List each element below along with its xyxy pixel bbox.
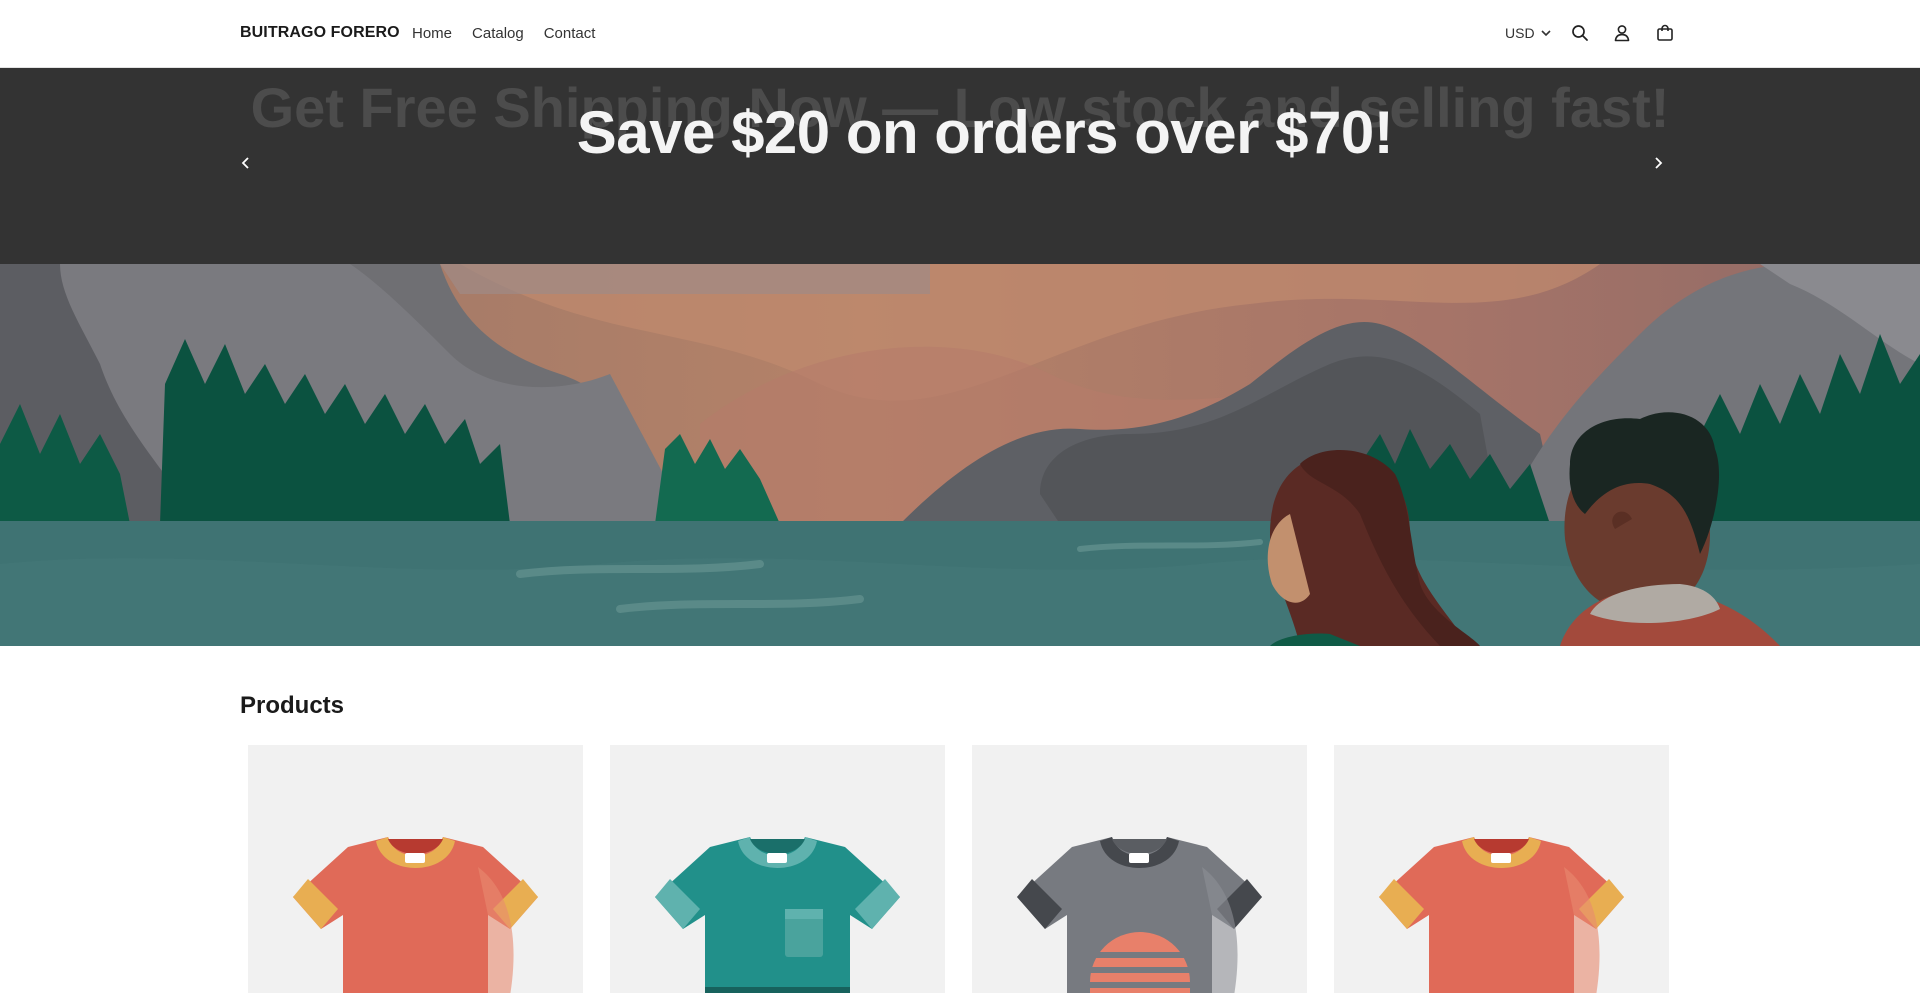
slider-next-button[interactable]	[1648, 153, 1668, 173]
tshirt-image	[655, 837, 900, 993]
cart-icon[interactable]	[1654, 22, 1676, 44]
search-icon[interactable]	[1569, 22, 1591, 44]
hero-banner	[0, 264, 1920, 646]
account-icon[interactable]	[1611, 22, 1633, 44]
site-header: BUITRAGO FORERO Home Catalog Contact USD	[0, 0, 1920, 68]
tshirt-image	[293, 837, 538, 993]
chevron-down-icon	[1540, 30, 1551, 37]
store-logo[interactable]: BUITRAGO FORERO	[240, 24, 400, 42]
currency-selector[interactable]: USD	[1505, 25, 1552, 41]
chevron-left-icon	[241, 157, 249, 169]
product-card-3[interactable]	[972, 745, 1307, 993]
products-heading: Products	[240, 692, 345, 719]
currency-label: USD	[1505, 25, 1535, 41]
main-nav: Home Catalog Contact	[412, 25, 595, 42]
nav-contact[interactable]: Contact	[544, 25, 596, 42]
nav-catalog[interactable]: Catalog	[472, 25, 524, 42]
nav-home[interactable]: Home	[412, 25, 452, 42]
slider-prev-button[interactable]	[236, 153, 256, 173]
announcement-slider: Get Free Shipping Now — Low stock and se…	[0, 68, 1920, 264]
hero-illustration	[0, 264, 1920, 646]
product-card-1[interactable]	[248, 745, 583, 993]
tshirt-image	[1379, 837, 1624, 993]
announcement-headline: Save $20 on orders over $70!	[576, 99, 1394, 166]
tshirt-image	[1017, 837, 1262, 993]
product-card-4[interactable]	[1334, 745, 1669, 993]
product-card-2[interactable]	[610, 745, 945, 993]
chevron-right-icon	[1655, 157, 1663, 169]
